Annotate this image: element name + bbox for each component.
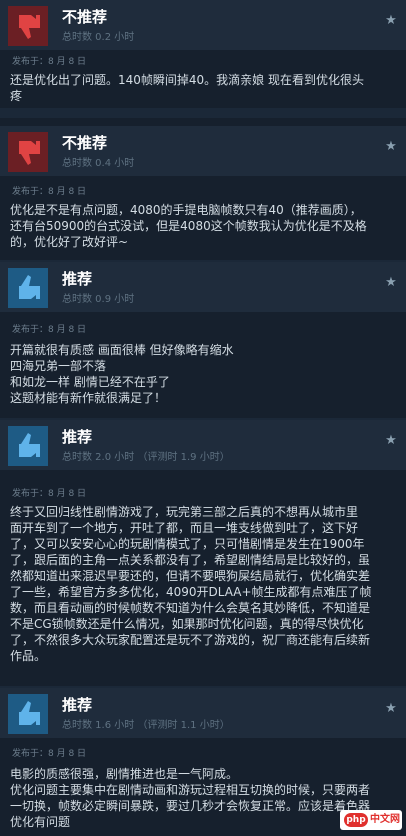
- thumbs-up-icon: [8, 426, 48, 466]
- review-card: 推荐 总时数 0.9 小时 ★ 发布于：8 月 8 日 开篇就很有质感 画面很棒…: [0, 262, 406, 418]
- watermark-text: 中文网: [370, 814, 400, 825]
- review-header: 推荐 总时数 2.0 小时 （评测时 1.9 小时） ★: [0, 420, 406, 470]
- review-header: 不推荐 总时数 0.4 小时 ★: [0, 126, 406, 176]
- review-line: 疼: [10, 89, 23, 103]
- thumbs-down-icon: [8, 132, 48, 172]
- posted-date: 发布于：8 月 8 日: [12, 489, 87, 499]
- thumbs-up-icon: [8, 268, 48, 308]
- review-text: 还是优化出了问题。140帧瞬间掉40。我滴亲娘 现在看到优化很头 疼: [10, 72, 398, 104]
- review-line: 优化问题主要集中在剧情动画和游玩过程相互切换的时候，只要两者: [10, 783, 371, 797]
- review-line: 了，又可以安安心心的玩剧情模式了，只可惜剧情是发生在1900年: [10, 537, 365, 551]
- review-header: 推荐 总时数 0.9 小时 ★: [0, 262, 406, 312]
- review-line: 还是优化出了问题。140帧瞬间掉40。我滴亲娘 现在看到优化很头: [10, 73, 364, 87]
- star-icon[interactable]: ★: [384, 140, 398, 154]
- review-line: 然都知道出来混迟早要还的，但请不要喂狗屎结局就行，优化确实差: [10, 569, 371, 583]
- playtime-hours: 总时数 0.9 小时: [62, 294, 135, 305]
- review-header: 不推荐 总时数 0.2 小时 ★: [0, 0, 406, 50]
- posted-date: 发布于：8 月 8 日: [12, 57, 87, 67]
- review-line: 电影的质感很强，剧情推进也是一气阿成。: [10, 767, 239, 781]
- review-line: 不是CG锁帧数还是什么情况，如果那时优化问题，真的得尽快优化: [10, 617, 364, 631]
- review-line: 开篇就很有质感 画面很棒 但好像略有缩水: [10, 343, 234, 357]
- review-line: 面开车到了一个地方，开吐了都，而且一堆支线做到吐了，这下好: [10, 521, 359, 535]
- review-text: 优化是不是有点问题，4080的手提电脑帧数只有40（推荐画质）， 还有台5090…: [10, 202, 398, 250]
- posted-date: 发布于：8 月 8 日: [12, 749, 87, 759]
- review-header: 推荐 总时数 1.6 小时 （评测时 1.1 小时） ★: [0, 688, 406, 738]
- review-line: 数，而且看动画的时候帧数不知道为什么会莫名其妙降低，不知道是: [10, 601, 371, 615]
- review-line: 还有台50900的台式没试，但是4080这个帧数我认为优化是不及格: [10, 219, 367, 233]
- review-text: 开篇就很有质感 画面很棒 但好像略有缩水 四海兄弟一部不落 和如龙一样 剧情已经…: [10, 342, 398, 406]
- review-line: 了，不然很多大众玩家配置还是玩不了游戏的，祝厂商还能有后续新: [10, 633, 371, 647]
- review-verdict: 推荐: [62, 696, 93, 714]
- posted-date: 发布于：8 月 8 日: [12, 325, 87, 335]
- review-verdict: 推荐: [62, 270, 93, 288]
- review-verdict: 不推荐: [62, 8, 108, 26]
- review-line: 终于又回归线性剧情游戏了，玩完第三部之后真的不想再从城市里: [10, 505, 359, 519]
- review-line: 四海兄弟一部不落: [10, 359, 107, 373]
- star-icon[interactable]: ★: [384, 14, 398, 28]
- php-cn-watermark-logo: php 中文网: [340, 810, 402, 830]
- review-line: 了，跟后面的主角一点关系都没有了，希望剧情结局是比较好的，虽: [10, 553, 371, 567]
- review-line: 这题材能有新作就很满足了！: [10, 391, 167, 405]
- review-line: 的，优化好了改好评~: [10, 235, 129, 249]
- review-line: 优化是不是有点问题，4080的手提电脑帧数只有40（推荐画质），: [10, 203, 362, 217]
- thumbs-down-icon: [8, 6, 48, 46]
- review-line: 和如龙一样 剧情已经不在乎了: [10, 375, 170, 389]
- star-icon[interactable]: ★: [384, 276, 398, 290]
- playtime-hours: 总时数 0.2 小时: [62, 32, 135, 43]
- playtime-hours: 总时数 2.0 小时 （评测时 1.9 小时）: [62, 452, 230, 463]
- review-verdict: 推荐: [62, 428, 93, 446]
- thumbs-up-icon: [8, 694, 48, 734]
- review-line: 作品。: [10, 649, 47, 663]
- playtime-hours: 总时数 1.6 小时 （评测时 1.1 小时）: [62, 720, 230, 731]
- star-icon[interactable]: ★: [384, 434, 398, 448]
- review-card: 推荐 总时数 1.6 小时 （评测时 1.1 小时） ★ 发布于：8 月 8 日…: [0, 688, 406, 836]
- star-icon[interactable]: ★: [384, 702, 398, 716]
- posted-date: 发布于：8 月 8 日: [12, 187, 87, 197]
- review-card: 推荐 总时数 2.0 小时 （评测时 1.9 小时） ★ 发布于：8 月 8 日…: [0, 420, 406, 686]
- review-card: 不推荐 总时数 0.4 小时 ★ 发布于：8 月 8 日 优化是不是有点问题，4…: [0, 118, 406, 260]
- review-text: 终于又回归线性剧情游戏了，玩完第三部之后真的不想再从城市里 面开车到了一个地方，…: [10, 504, 398, 664]
- review-verdict: 不推荐: [62, 134, 108, 152]
- review-line: 了一些，希望官方多多优化，4090开DLAA+帧生成都有点难压了帧: [10, 585, 372, 599]
- review-card: 不推荐 总时数 0.2 小时 ★ 发布于：8 月 8 日 还是优化出了问题。14…: [0, 0, 406, 108]
- watermark-badge: php: [344, 813, 368, 827]
- playtime-hours: 总时数 0.4 小时: [62, 158, 135, 169]
